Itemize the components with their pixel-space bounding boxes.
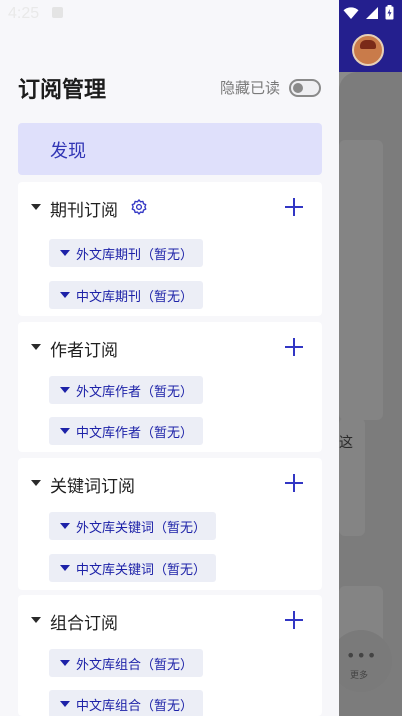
caret-down-icon [31, 204, 41, 210]
caret-down-icon [60, 387, 70, 393]
sub-item[interactable]: 外文库组合（暂无） [49, 649, 204, 677]
add-journal-button[interactable] [284, 197, 304, 217]
status-bar: 4:25 [0, 0, 402, 28]
caret-down-icon [31, 480, 41, 486]
section-title: 期刊订阅 [50, 201, 118, 221]
section-title: 关键词订阅 [50, 477, 135, 497]
background-partial-text: 这 [339, 435, 353, 451]
sub-item[interactable]: 中文库期刊（暂无） [49, 281, 204, 309]
sub-item-label: 中文库组合（暂无） [76, 698, 194, 714]
sub-item[interactable]: 外文库关键词（暂无） [49, 512, 217, 540]
notification-icon [52, 7, 63, 18]
more-dots-icon: ••• [346, 646, 378, 665]
section-combination: 组合订阅 外文库组合（暂无） 中文库组合（暂无） [18, 595, 322, 716]
caret-down-icon [60, 428, 70, 434]
section-title: 作者订阅 [50, 341, 118, 361]
add-author-button[interactable] [284, 337, 304, 357]
section-title: 组合订阅 [50, 614, 118, 634]
sub-item[interactable]: 中文库作者（暂无） [49, 417, 204, 445]
battery-icon [385, 5, 394, 20]
sub-item[interactable]: 外文库作者（暂无） [49, 376, 204, 404]
caret-down-icon [60, 250, 70, 256]
hide-read-control: 隐藏已读 [220, 77, 322, 98]
discover-label: 发现 [50, 141, 86, 162]
sub-item-label: 外文库作者（暂无） [76, 384, 194, 400]
sub-item-label: 外文库组合（暂无） [76, 657, 194, 673]
add-combination-button[interactable] [284, 610, 304, 630]
hide-read-label: 隐藏已读 [220, 79, 281, 97]
avatar[interactable] [352, 34, 384, 66]
sub-item-label: 中文库期刊（暂无） [76, 289, 194, 305]
more-button[interactable]: ••• 更多 [330, 630, 392, 692]
subscription-drawer: 订阅管理 隐藏已读 发现 期刊订阅 外文库期刊（暂无） 中文库期刊（暂无） 作者… [0, 0, 339, 716]
section-header[interactable]: 作者订阅 [18, 322, 322, 374]
caret-down-icon [31, 617, 41, 623]
more-label: 更多 [350, 671, 369, 681]
caret-down-icon [60, 565, 70, 571]
drawer-title: 订阅管理 [18, 78, 107, 103]
caret-down-icon [60, 701, 70, 707]
background-card [339, 140, 383, 420]
sub-item[interactable]: 中文库组合（暂无） [49, 690, 204, 716]
section-header[interactable]: 组合订阅 [18, 595, 322, 647]
sub-item-label: 中文库关键词（暂无） [76, 562, 207, 578]
status-time: 4:25 [8, 5, 40, 22]
section-author: 作者订阅 外文库作者（暂无） 中文库作者（暂无） [18, 322, 322, 452]
section-journal: 期刊订阅 外文库期刊（暂无） 中文库期刊（暂无） [18, 182, 322, 316]
sub-item-label: 外文库期刊（暂无） [76, 247, 194, 263]
add-keyword-button[interactable] [284, 473, 304, 493]
gear-icon[interactable] [130, 198, 148, 216]
discover-item[interactable]: 发现 [18, 123, 322, 175]
caret-down-icon [31, 344, 41, 350]
sub-item[interactable]: 中文库关键词（暂无） [49, 554, 217, 582]
status-icons [343, 5, 394, 20]
hide-read-toggle[interactable] [289, 78, 322, 97]
sub-item[interactable]: 外文库期刊（暂无） [49, 239, 204, 267]
section-header[interactable]: 期刊订阅 [18, 182, 322, 234]
sub-item-label: 中文库作者（暂无） [76, 425, 194, 441]
caret-down-icon [60, 660, 70, 666]
wifi-icon [343, 6, 359, 19]
section-header[interactable]: 关键词订阅 [18, 458, 322, 510]
caret-down-icon [60, 523, 70, 529]
section-keyword: 关键词订阅 外文库关键词（暂无） 中文库关键词（暂无） [18, 458, 322, 590]
caret-down-icon [60, 292, 70, 298]
signal-icon [366, 6, 378, 19]
sub-item-label: 外文库关键词（暂无） [76, 520, 207, 536]
